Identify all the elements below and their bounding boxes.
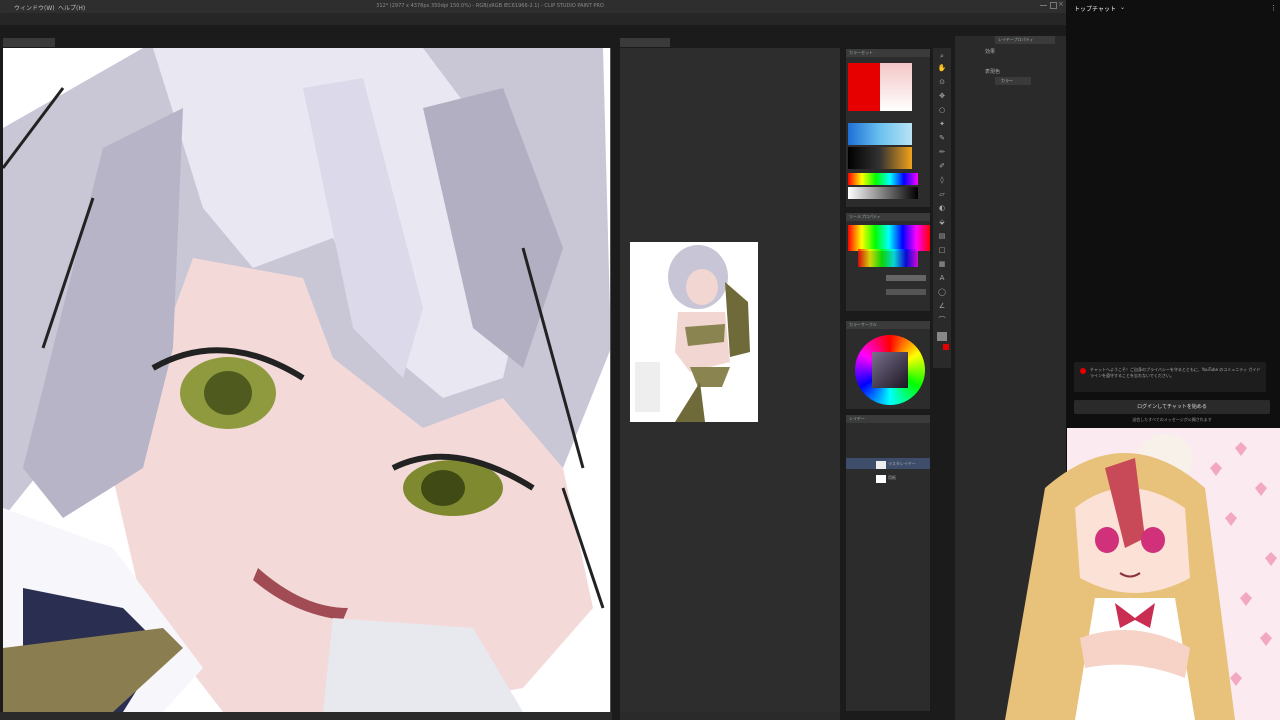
- more-options-icon[interactable]: ⋮: [1270, 4, 1277, 12]
- pen-icon[interactable]: ✎: [937, 134, 947, 143]
- chevron-down-icon[interactable]: ⌄: [1120, 4, 1125, 11]
- app-window: ウィンドウ(W) ヘルプ(H) 312* (2977 x 4378px 350d…: [0, 0, 1280, 720]
- layer-row[interactable]: 用紙: [846, 472, 930, 483]
- color-wheel-title: カラーサークル: [846, 321, 930, 329]
- hue-picker[interactable]: [848, 225, 930, 251]
- drawing-canvas[interactable]: [3, 48, 611, 712]
- tool-property-title: ツールプロパティ: [846, 213, 930, 221]
- canvas-tab[interactable]: [3, 38, 55, 47]
- navigator-thumbnail[interactable]: [630, 242, 758, 422]
- chat-header[interactable]: トップチャット: [1074, 4, 1116, 13]
- sub-color-icon[interactable]: [943, 344, 949, 350]
- command-bar: [0, 13, 1066, 25]
- menu-window[interactable]: ウィンドウ(W): [14, 3, 55, 12]
- balloon-icon[interactable]: ◯: [937, 288, 947, 297]
- hand-icon[interactable]: ✋: [937, 64, 947, 73]
- figure-icon[interactable]: □: [937, 246, 947, 255]
- layer-thumbnail: [876, 475, 886, 483]
- navigator-tab[interactable]: [620, 38, 670, 47]
- brush-icon[interactable]: ✐: [937, 162, 947, 171]
- opacity-slider[interactable]: [886, 289, 926, 295]
- color-set-title: カラーセット: [846, 49, 930, 57]
- move-icon[interactable]: ✥: [937, 92, 947, 101]
- maximize-icon[interactable]: [1050, 2, 1057, 9]
- color-swatch-gray[interactable]: [848, 187, 918, 199]
- gradient-icon[interactable]: ▤: [937, 232, 947, 241]
- blend-icon[interactable]: ◐: [937, 204, 947, 213]
- frame-icon[interactable]: ▦: [937, 260, 947, 269]
- wand-icon[interactable]: ✦: [937, 120, 947, 129]
- eyedropper-icon[interactable]: ⊙: [937, 78, 947, 87]
- canvas-status-bar: [0, 712, 612, 720]
- color-swatch-rainbow[interactable]: [848, 173, 918, 185]
- color-mode-select[interactable]: カラー: [995, 77, 1031, 85]
- avatar-illustration: [1005, 428, 1280, 720]
- text-icon[interactable]: A: [937, 274, 947, 283]
- layer-thumbnail: [876, 461, 886, 469]
- color-square[interactable]: [872, 352, 908, 388]
- color-set-panel: カラーセット: [845, 48, 931, 208]
- close-icon[interactable]: ×: [1058, 0, 1065, 8]
- effect-label: 効果: [985, 49, 996, 55]
- minimize-icon[interactable]: [1040, 2, 1047, 6]
- signin-button[interactable]: ログインしてチャットを始める: [1074, 400, 1270, 414]
- layer-name: ラスタレイヤー: [888, 461, 916, 466]
- color-swatch-blue[interactable]: [848, 123, 912, 145]
- color-wheel-panel: カラーサークル: [845, 320, 931, 410]
- main-color-icon[interactable]: [937, 332, 947, 341]
- pencil-icon[interactable]: ✏: [937, 148, 947, 157]
- artwork-illustration: [3, 48, 610, 712]
- color-swatch-red[interactable]: [848, 63, 880, 111]
- menu-help[interactable]: ヘルプ(H): [58, 3, 85, 12]
- signin-subtext: 送信したすべてのメッセージが公開されます: [1132, 417, 1212, 422]
- layer-row[interactable]: ラスタレイヤー: [846, 458, 930, 469]
- youtube-icon: [1080, 368, 1086, 374]
- airbrush-icon[interactable]: ◊: [937, 176, 947, 185]
- menu-bar: ウィンドウ(W) ヘルプ(H) 312* (2977 x 4378px 350d…: [0, 0, 1066, 13]
- layer-name: 用紙: [888, 475, 896, 480]
- fill-icon[interactable]: ⬙: [937, 218, 947, 227]
- tool-property-panel: ツールプロパティ: [845, 212, 931, 312]
- chat-notice-text: チャットへようこそ！ご自身のプライバシーを守るとともに、YouTube のコミュ…: [1090, 367, 1261, 378]
- thumbnail-illustration: [630, 242, 758, 422]
- expression-color-label: 表現色: [985, 69, 1001, 75]
- ruler-icon[interactable]: ∠: [937, 302, 947, 311]
- navigator-status-bar: [620, 712, 840, 720]
- layer-property-title: レイヤープロパティ: [995, 36, 1055, 44]
- vtuber-avatar: [985, 428, 1280, 720]
- size-slider[interactable]: [886, 275, 926, 281]
- eraser-icon[interactable]: ▱: [937, 190, 947, 199]
- window-title: 312* (2977 x 4378px 350dpi 150.0%) - RGB…: [376, 3, 604, 9]
- color-swatch-pink[interactable]: [880, 63, 912, 111]
- layer-panel-title: レイヤー: [846, 415, 930, 423]
- correct-line-icon[interactable]: ⌒: [937, 316, 947, 325]
- saturation-picker[interactable]: [858, 249, 918, 267]
- color-swatch-dark[interactable]: [848, 147, 912, 169]
- chat-welcome-notice: チャットへようこそ！ご自身のプライバシーを守るとともに、YouTube のコミュ…: [1074, 362, 1266, 392]
- zoom-icon[interactable]: ⌕: [937, 52, 947, 61]
- tool-palette: ⌕ ✋ ⊙ ✥ ○ ✦ ✎ ✏ ✐ ◊ ▱ ◐ ⬙ ▤ □ ▦ A ◯ ∠ ⌒: [933, 48, 951, 368]
- lasso-icon[interactable]: ○: [937, 106, 947, 115]
